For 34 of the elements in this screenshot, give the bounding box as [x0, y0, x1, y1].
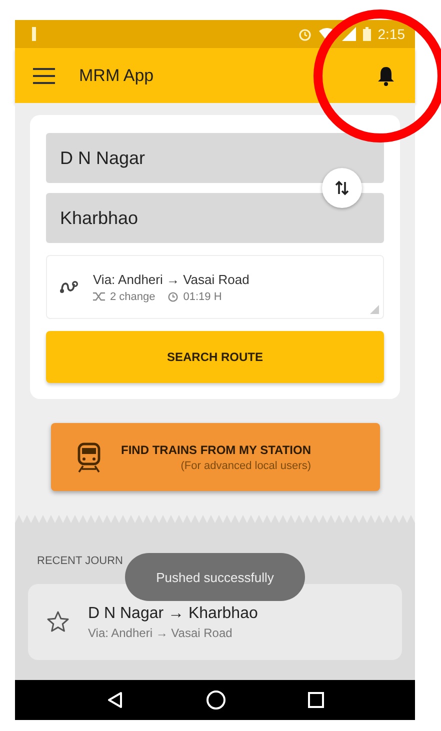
- notification-icon: [32, 27, 36, 41]
- signal-icon: [342, 27, 356, 41]
- find-trains-title: FIND TRAINS FROM MY STATION: [121, 442, 311, 456]
- back-icon[interactable]: [106, 691, 124, 709]
- clock-time: 2:15: [378, 26, 405, 42]
- route-icon: [59, 280, 79, 294]
- star-icon[interactable]: [46, 610, 70, 634]
- to-station-field[interactable]: Kharbhao: [46, 193, 384, 243]
- duration-text: 01:19 H: [183, 290, 222, 302]
- find-trains-subtitle: (For advanced local users): [180, 460, 311, 472]
- home-icon[interactable]: [206, 690, 226, 710]
- change-count: 2 change: [110, 290, 156, 302]
- journey-card[interactable]: D N Nagar → Kharbhao Via: Andheri → Vasai Road: [28, 584, 402, 660]
- notification-bell-icon[interactable]: [377, 66, 395, 86]
- resize-corner-icon: [370, 305, 379, 314]
- route-option[interactable]: Via: Andheri → Vasai Road 2 change 01:19 H: [46, 255, 384, 319]
- app-title: MRM App: [79, 66, 155, 86]
- journey-via: Via: Andheri → Vasai Road: [88, 626, 234, 640]
- alarm-icon: [298, 27, 312, 41]
- recent-journeys-heading: RECENT JOURN: [37, 555, 124, 567]
- via-text: Via: Andheri → Vasai Road: [93, 272, 250, 286]
- toast-message: Pushed successfully: [125, 553, 305, 601]
- menu-icon[interactable]: [33, 68, 55, 84]
- search-route-button[interactable]: SEARCH ROUTE: [46, 331, 384, 383]
- find-trains-button[interactable]: FIND TRAINS FROM MY STATION (For advanced local users): [51, 423, 380, 491]
- journey-route: D N Nagar → Kharbhao: [88, 604, 258, 622]
- swap-icon: [334, 180, 350, 196]
- train-icon: [77, 441, 101, 473]
- shuffle-icon: [93, 292, 105, 301]
- clock-icon: [168, 292, 178, 302]
- recents-icon[interactable]: [308, 692, 324, 708]
- battery-icon: [362, 27, 371, 41]
- wifi-icon: [318, 28, 335, 40]
- from-station-field[interactable]: D N Nagar: [46, 133, 384, 183]
